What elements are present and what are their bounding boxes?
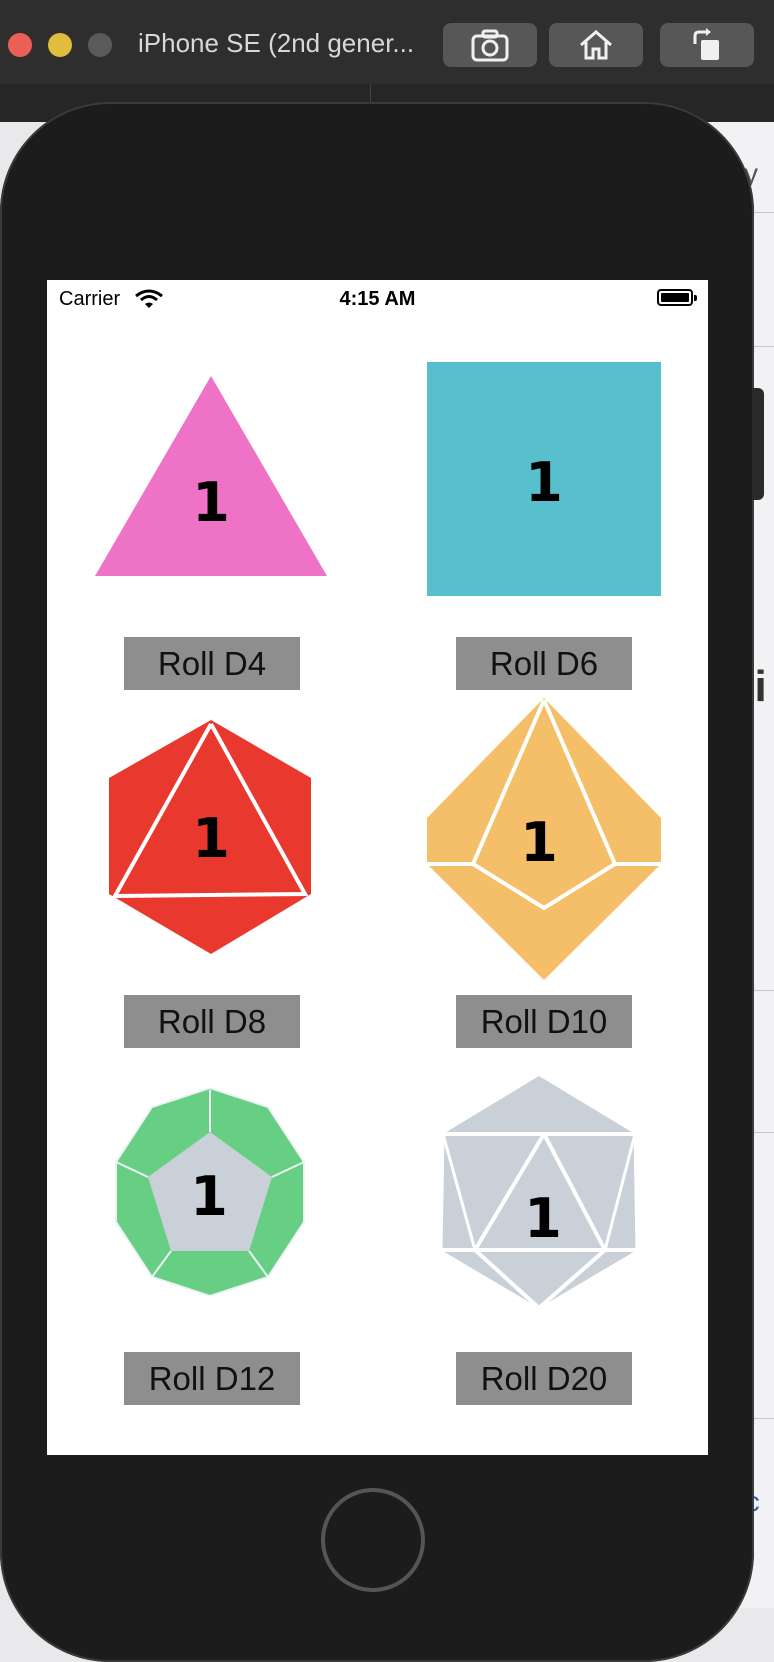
side-button[interactable] <box>752 388 764 500</box>
d8-value: 1 <box>192 807 230 870</box>
d4-value: 1 <box>192 471 230 534</box>
d20-value: 1 <box>524 1187 562 1250</box>
roll-d8-button[interactable]: Roll D8 <box>124 995 300 1048</box>
status-time: 4:15 AM <box>339 288 416 310</box>
phone-home-button[interactable] <box>321 1488 425 1592</box>
minimize-window-button[interactable] <box>48 33 72 57</box>
close-window-button[interactable] <box>8 33 32 57</box>
d12-value: 1 <box>190 1165 228 1228</box>
home-icon <box>580 30 612 60</box>
roll-d6-button[interactable]: Roll D6 <box>456 637 632 690</box>
roll-d4-button[interactable]: Roll D4 <box>124 637 300 690</box>
app-screen: Carrier 4:15 AM 1 Roll D4 1 Roll D6 1 Ro… <box>47 280 708 1455</box>
d6-value: 1 <box>525 451 563 514</box>
roll-d20-button[interactable]: Roll D20 <box>456 1352 632 1405</box>
window-title: iPhone SE (2nd gener... <box>138 28 415 58</box>
rotate-icon <box>693 28 719 60</box>
screenshot-icon <box>471 29 509 62</box>
status-bar: Carrier 4:15 AM <box>47 280 708 320</box>
battery-icon <box>657 289 693 306</box>
home-button[interactable] <box>549 23 643 67</box>
rotate-button[interactable] <box>660 23 754 67</box>
screenshot-button[interactable] <box>443 23 537 67</box>
d10-value: 1 <box>520 811 558 874</box>
roll-d10-button[interactable]: Roll D10 <box>456 995 632 1048</box>
simulator-titlebar: iPhone SE (2nd gener... <box>0 0 774 85</box>
zoom-window-button[interactable] <box>88 33 112 57</box>
roll-d12-button[interactable]: Roll D12 <box>124 1352 300 1405</box>
